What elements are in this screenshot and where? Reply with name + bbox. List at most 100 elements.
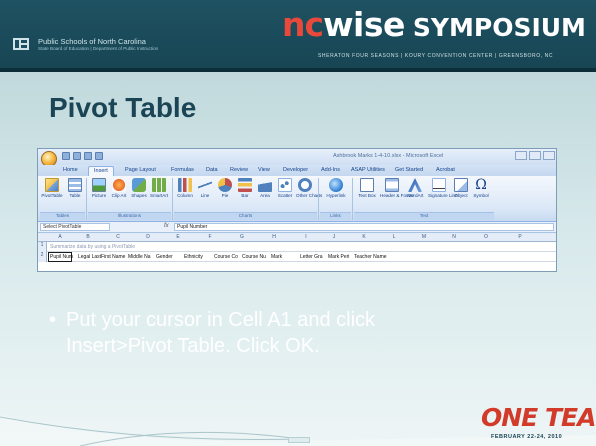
group-tables: Tables — [40, 212, 85, 220]
brand-wise: wise — [323, 5, 405, 44]
tab-formulas[interactable]: Formulas — [166, 166, 199, 176]
header-cell[interactable]: Course Co — [214, 254, 238, 260]
column-header-e[interactable]: E — [168, 234, 188, 240]
smartart-button[interactable]: SmartArt — [150, 178, 168, 198]
tab-insert[interactable]: Insert — [88, 166, 114, 176]
ribbon-insert: PivotTable Table Picture Clip Art Shapes — [38, 176, 556, 222]
area-chart-icon — [258, 178, 272, 192]
signature-line-icon — [432, 178, 446, 192]
tab-get-started[interactable]: Get Started — [390, 166, 428, 176]
bar-chart-icon — [238, 178, 252, 192]
text-box-icon — [360, 178, 374, 192]
text-box-button[interactable]: Text Box — [358, 178, 376, 198]
header-cell[interactable]: Letter Gra — [300, 254, 323, 260]
other-charts-icon — [298, 178, 312, 192]
pie-chart-icon — [218, 178, 232, 192]
column-header-b[interactable]: B — [78, 234, 98, 240]
header-cell[interactable]: Teacher Name — [354, 254, 387, 260]
one-team-logo: ONE TEAM — [481, 403, 596, 432]
pivottable-button[interactable]: PivotTable — [40, 178, 64, 198]
column-header-j[interactable]: J — [324, 234, 344, 240]
other-charts-button[interactable]: Other Charts — [296, 178, 322, 198]
hyperlink-button[interactable]: Hyperlink — [324, 178, 348, 198]
wordart-button[interactable]: WordArt — [406, 178, 424, 198]
minimize-icon[interactable] — [515, 151, 527, 160]
event-date: FEBRUARY 22-24, 2010 — [491, 434, 563, 440]
excel-screenshot: Ashbrook Marks 1-4-10.xlsx - Microsoft E… — [37, 148, 557, 272]
column-header-c[interactable]: C — [108, 234, 128, 240]
column-header-d[interactable]: D — [138, 234, 158, 240]
header-cell[interactable]: Ethnicity — [184, 254, 203, 260]
header-cell[interactable]: Mark — [271, 254, 282, 260]
column-chart-button[interactable]: Column — [176, 178, 194, 198]
maximize-icon[interactable] — [529, 151, 541, 160]
excel-titlebar: Ashbrook Marks 1-4-10.xlsx - Microsoft E… — [38, 149, 556, 167]
print-icon[interactable] — [95, 152, 103, 160]
object-icon — [454, 178, 468, 192]
header-cell[interactable]: Legal Last — [78, 254, 101, 260]
clip-art-button[interactable]: Clip Art — [110, 178, 128, 198]
hyperlink-icon — [329, 178, 343, 192]
tab-page-layout[interactable]: Page Layout — [120, 166, 161, 176]
symbol-button[interactable]: Ω Symbol — [472, 178, 490, 198]
group-text: Text — [354, 212, 494, 220]
formula-input[interactable]: Pupil Number — [174, 223, 554, 231]
header-cell[interactable]: Gender — [156, 254, 173, 260]
area-chart-button[interactable]: Area — [256, 178, 274, 198]
shapes-button[interactable]: Shapes — [130, 178, 148, 198]
column-header-k[interactable]: K — [354, 234, 374, 240]
tab-developer[interactable]: Developer — [278, 166, 313, 176]
column-header-h[interactable]: H — [264, 234, 284, 240]
wordart-icon — [408, 178, 422, 192]
table-button[interactable]: Table — [66, 178, 84, 198]
group-charts: Charts — [174, 212, 317, 220]
tab-view[interactable]: View — [253, 166, 275, 176]
header-banner: Public Schools of North Carolina State B… — [0, 0, 596, 72]
group-links: Links — [320, 212, 351, 220]
redo-icon[interactable] — [84, 152, 92, 160]
column-header-f[interactable]: F — [200, 234, 220, 240]
close-icon[interactable] — [543, 151, 555, 160]
header-cell[interactable]: First Name — [101, 254, 125, 260]
save-icon[interactable] — [62, 152, 70, 160]
row-header-2[interactable]: 2 — [38, 252, 47, 262]
column-header-m[interactable]: M — [414, 234, 434, 240]
column-headers: A B C D E F G H I J K L M N O P — [38, 233, 556, 242]
tab-acrobat[interactable]: Acrobat — [431, 166, 460, 176]
scatter-chart-button[interactable]: Scatter — [276, 178, 294, 198]
column-header-i[interactable]: I — [296, 234, 316, 240]
undo-icon[interactable] — [73, 152, 81, 160]
pie-chart-button[interactable]: Pie — [216, 178, 234, 198]
header-cell[interactable]: Mark Peri — [328, 254, 349, 260]
tab-add-ins[interactable]: Add-Ins — [316, 166, 345, 176]
tab-review[interactable]: Review — [225, 166, 253, 176]
header-footer-icon — [385, 178, 399, 192]
object-button[interactable]: Object — [452, 178, 470, 198]
slide-title: Pivot Table — [49, 92, 197, 123]
name-box[interactable]: Select PivotTable — [40, 223, 110, 231]
header-cell[interactable]: Middle Na — [128, 254, 151, 260]
header-cell[interactable]: Course Nu — [242, 254, 266, 260]
line-chart-button[interactable]: Line — [196, 178, 214, 198]
column-header-l[interactable]: L — [384, 234, 404, 240]
tab-data[interactable]: Data — [201, 166, 223, 176]
column-header-n[interactable]: N — [444, 234, 464, 240]
header-cell[interactable]: Pupil Num — [50, 254, 73, 260]
scatter-chart-icon — [278, 178, 292, 192]
row-header-1[interactable]: 1 — [38, 242, 47, 252]
bar-chart-button[interactable]: Bar — [236, 178, 254, 198]
column-header-g[interactable]: G — [232, 234, 252, 240]
tab-home[interactable]: Home — [58, 166, 83, 176]
column-header-o[interactable]: O — [476, 234, 496, 240]
picture-button[interactable]: Picture — [90, 178, 108, 198]
tab-asap-utilities[interactable]: ASAP Utilities — [346, 166, 390, 176]
line-chart-icon — [198, 178, 212, 192]
ribbon-tabs: Home Insert Page Layout Formulas Data Re… — [38, 165, 556, 176]
column-header-a[interactable]: A — [50, 234, 70, 240]
signature-line-button[interactable]: Signature Line — [428, 178, 458, 198]
fx-icon[interactable]: fx — [164, 223, 169, 229]
dpi-seal-icon — [13, 38, 29, 50]
pivottable-tooltip-text: Summarize data by using a PivotTable — [50, 244, 136, 250]
header-footer-button[interactable]: Header & Footer — [380, 178, 414, 198]
column-header-p[interactable]: P — [510, 234, 530, 240]
